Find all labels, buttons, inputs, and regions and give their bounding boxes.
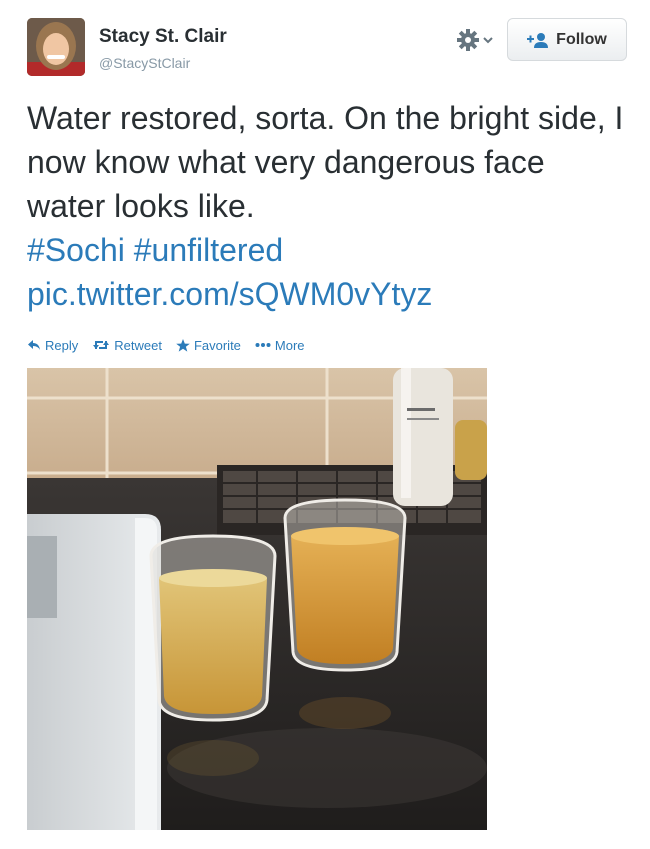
star-icon <box>176 338 190 352</box>
photo-water-glasses <box>27 368 487 830</box>
hashtag-unfiltered[interactable]: #unfiltered <box>134 232 283 268</box>
tweet-photo[interactable] <box>27 368 487 830</box>
more-button[interactable]: More <box>255 338 305 353</box>
more-label: More <box>274 337 305 353</box>
more-icon <box>255 343 271 347</box>
follow-label: Follow <box>556 30 607 48</box>
favorite-button[interactable]: Favorite <box>176 338 241 353</box>
reply-button[interactable]: Reply <box>27 338 78 353</box>
tweet-actions: Reply Retweet Favorite More <box>27 335 305 355</box>
user-actions-menu[interactable] <box>456 28 500 52</box>
avatar-image <box>27 18 85 76</box>
gear-icon <box>457 29 479 51</box>
add-user-icon <box>527 32 549 48</box>
hashtag-sochi[interactable]: #Sochi <box>27 232 125 268</box>
tweet-body: Water restored, sorta. On the bright sid… <box>27 100 624 224</box>
reply-icon <box>28 340 40 350</box>
retweet-button[interactable]: Retweet <box>92 338 162 353</box>
reply-label: Reply <box>45 337 79 353</box>
tweet-photo-link[interactable]: pic.twitter.com/sQWM0vYtyz <box>27 276 432 312</box>
tweet-text: Water restored, sorta. On the bright sid… <box>27 96 627 316</box>
user-name[interactable]: Stacy St. Clair <box>99 26 227 48</box>
chevron-down-icon <box>483 37 493 44</box>
avatar[interactable] <box>27 18 85 76</box>
follow-button[interactable]: Follow <box>507 18 627 61</box>
favorite-label: Favorite <box>193 337 241 353</box>
retweet-label: Retweet <box>114 337 162 353</box>
retweet-icon <box>93 341 110 349</box>
user-handle[interactable]: @StacyStClair <box>99 55 190 71</box>
